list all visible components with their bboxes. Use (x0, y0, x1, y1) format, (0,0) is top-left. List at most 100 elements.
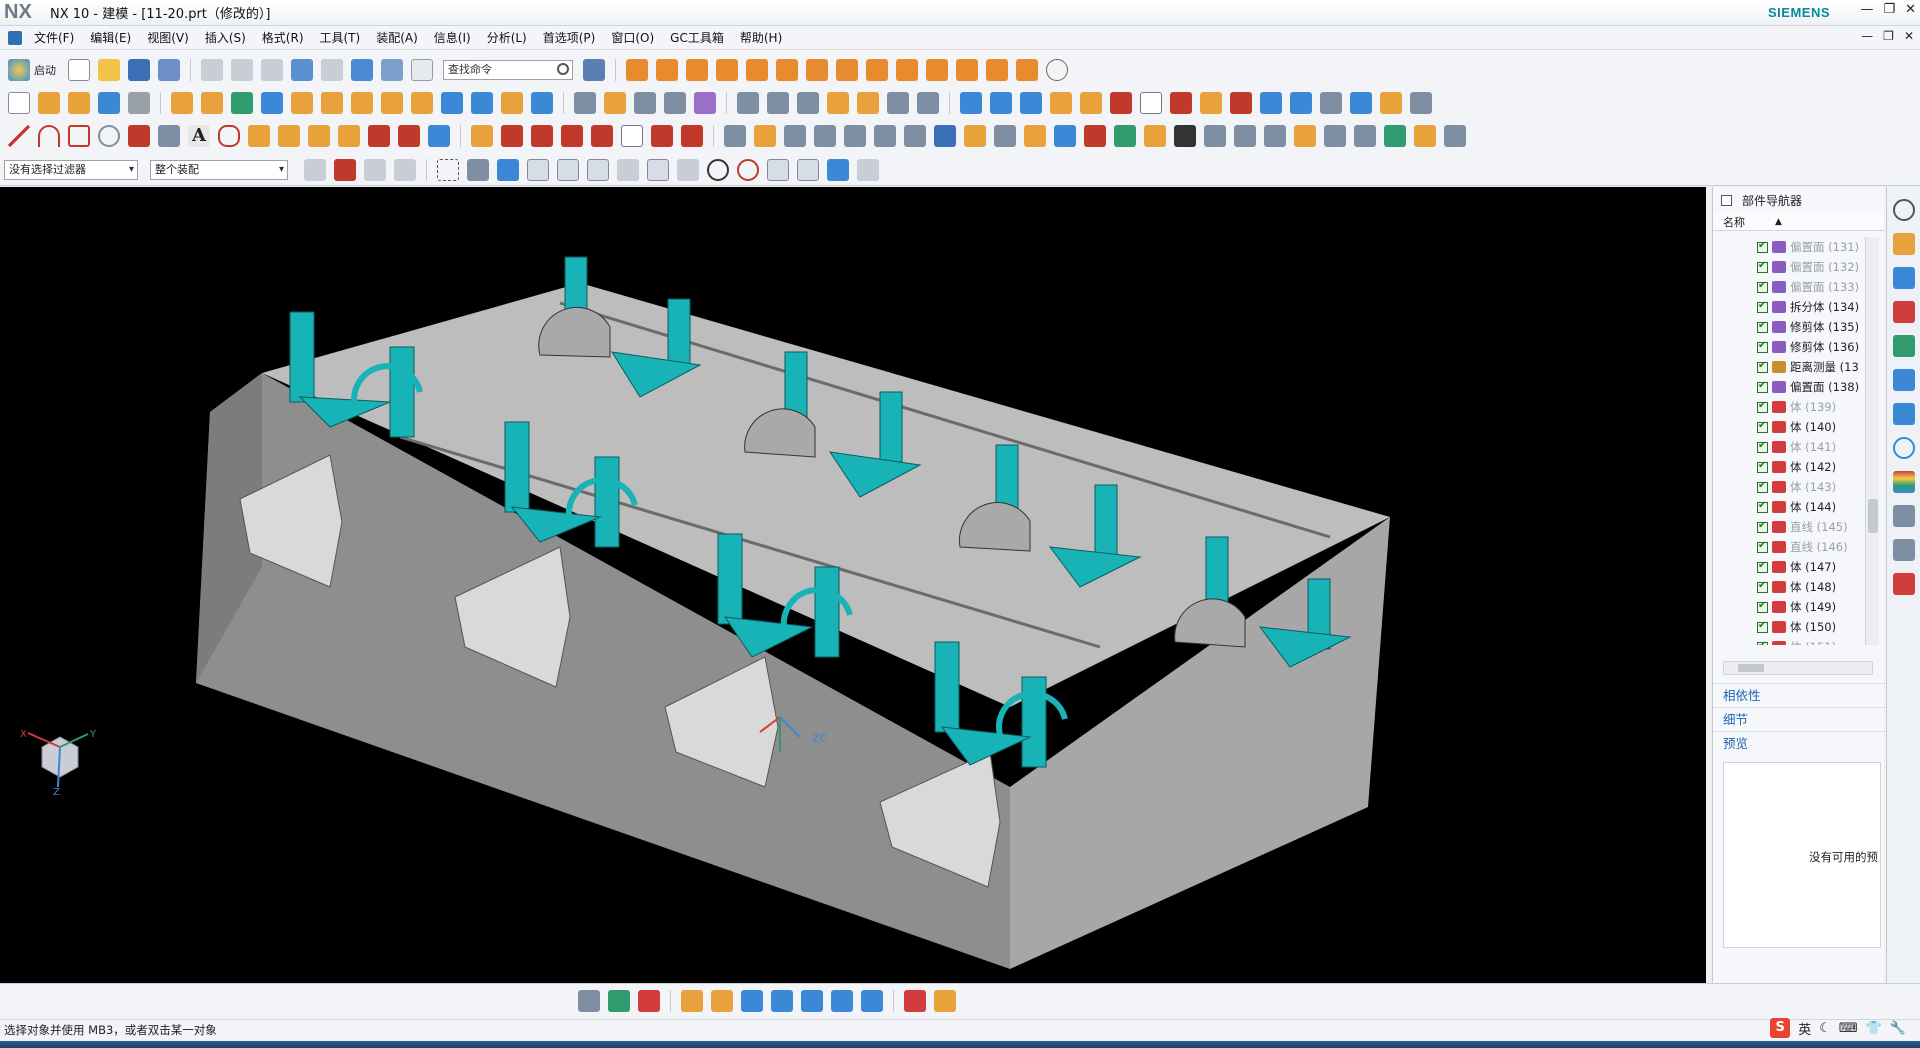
menu-insert[interactable]: 插入(S) (197, 29, 254, 46)
window-icon[interactable] (411, 59, 433, 81)
save-icon[interactable] (128, 59, 150, 81)
visibility-checkbox[interactable] (1757, 480, 1768, 493)
sync-icon-14[interactable] (1114, 125, 1136, 147)
section-dependencies[interactable]: 相依性 (1713, 683, 1885, 705)
surface-icon-10[interactable] (857, 92, 879, 114)
transform-icon[interactable] (771, 990, 793, 1012)
menu-assembly[interactable]: 装配(A) (368, 29, 426, 46)
wrench-icon[interactable]: 🔧 (1890, 1021, 1906, 1036)
touch-mode-icon[interactable] (583, 59, 605, 81)
sync-icon-23[interactable] (1384, 125, 1406, 147)
assembly-icon-10[interactable] (896, 59, 918, 81)
tree-row[interactable]: 体 (139) (1713, 397, 1863, 417)
doc-restore-button[interactable]: ❐ (1883, 29, 1894, 43)
edit-curve-icon-1[interactable] (471, 125, 493, 147)
surface-icon-6[interactable] (737, 92, 759, 114)
curve-icon-7[interactable] (398, 125, 420, 147)
edit-curve-icon-5[interactable] (591, 125, 613, 147)
start-icon[interactable] (8, 59, 30, 81)
visibility-checkbox[interactable] (1757, 360, 1768, 373)
reuse-library-icon[interactable] (1893, 335, 1915, 357)
analysis-icon-2[interactable] (990, 92, 1012, 114)
redo-icon[interactable] (321, 59, 343, 81)
feature-icon-7[interactable] (351, 92, 373, 114)
surface-icon-12[interactable] (917, 92, 939, 114)
menu-file[interactable]: 文件(F) (26, 29, 82, 46)
process-studio-icon[interactable] (1893, 505, 1915, 527)
menu-analysis[interactable]: 分析(L) (479, 29, 535, 46)
analysis-icon-13[interactable] (1320, 92, 1342, 114)
measure-icon[interactable] (904, 990, 926, 1012)
select-icon-5[interactable] (467, 159, 489, 181)
menu-view[interactable]: 视图(V) (139, 29, 197, 46)
snap-quadrant-icon[interactable] (737, 159, 759, 181)
visibility-checkbox[interactable] (1757, 500, 1768, 513)
copy-icon[interactable] (231, 59, 253, 81)
save-as-icon[interactable] (158, 59, 180, 81)
analysis-icon-5[interactable] (1080, 92, 1102, 114)
edit-curve-icon-4[interactable] (561, 125, 583, 147)
edit-curve-icon-7[interactable] (651, 125, 673, 147)
visibility-checkbox[interactable] (1757, 320, 1768, 333)
sogou-logo-icon[interactable]: S (1770, 1018, 1791, 1038)
doc-minimize-button[interactable]: — (1861, 29, 1873, 43)
sync-icon-21[interactable] (1324, 125, 1346, 147)
tree-row[interactable]: 体 (142) (1713, 457, 1863, 477)
shirt-icon[interactable]: 👕 (1866, 1021, 1882, 1036)
wcs-icon[interactable] (638, 990, 660, 1012)
clock-icon[interactable] (1046, 59, 1068, 81)
select-icon-2[interactable] (334, 159, 356, 181)
view-icon-1[interactable] (801, 990, 823, 1012)
sync-icon-22[interactable] (1354, 125, 1376, 147)
feature-icon-5[interactable] (291, 92, 313, 114)
assembly-icon-13[interactable] (986, 59, 1008, 81)
section-preview[interactable]: 预览 (1713, 731, 1885, 753)
edit-curve-icon-3[interactable] (531, 125, 553, 147)
assembly-icon-9[interactable] (866, 59, 888, 81)
analysis-icon-7[interactable] (1140, 92, 1162, 114)
visibility-checkbox[interactable] (1757, 540, 1768, 553)
assembly-icon-1[interactable] (626, 59, 648, 81)
analysis-icon-9[interactable] (1200, 92, 1222, 114)
analysis-icon-15[interactable] (1380, 92, 1402, 114)
analysis-icon-8[interactable] (1170, 92, 1192, 114)
open-folder-icon[interactable] (98, 59, 120, 81)
clock-icon[interactable] (1893, 437, 1915, 459)
start-label[interactable]: 启动 (34, 62, 56, 78)
sync-icon-1[interactable] (724, 125, 746, 147)
new-file-icon[interactable] (68, 59, 90, 81)
select-icon-3[interactable] (364, 159, 386, 181)
edit-display-icon[interactable] (711, 990, 733, 1012)
sync-icon-15[interactable] (1144, 125, 1166, 147)
command-finder-icon[interactable] (351, 59, 373, 81)
assembly-icon-4[interactable] (716, 59, 738, 81)
sync-icon-24[interactable] (1414, 125, 1436, 147)
selection-filter-dropdown[interactable]: 没有选择过滤器 (4, 160, 138, 180)
select-icon-6[interactable] (497, 159, 519, 181)
select-icon-4[interactable] (394, 159, 416, 181)
settings-gear-icon[interactable] (1893, 199, 1915, 221)
minimize-button[interactable]: — (1860, 2, 1873, 17)
visibility-checkbox[interactable] (1757, 520, 1768, 533)
keyboard-icon[interactable]: ⌨ (1839, 1021, 1858, 1036)
snap-icon-10[interactable] (857, 159, 879, 181)
snap-icon-1[interactable] (527, 159, 549, 181)
curve-icon-5[interactable] (338, 125, 360, 147)
tree-row[interactable]: 直线 (145) (1713, 517, 1863, 537)
curve-icon-2[interactable] (248, 125, 270, 147)
arc-icon[interactable] (38, 125, 60, 147)
text-icon[interactable]: A (188, 125, 210, 147)
palette-icon[interactable] (1893, 471, 1915, 493)
feature-icon-9[interactable] (411, 92, 433, 114)
snap-icon-9[interactable] (827, 159, 849, 181)
constraint-navigator-icon[interactable] (1893, 267, 1915, 289)
tree-row[interactable]: 体 (150) (1713, 617, 1863, 637)
tree-row[interactable]: 体 (151) (1713, 637, 1863, 645)
sync-icon-12[interactable] (1054, 125, 1076, 147)
feature-icon-13[interactable] (531, 92, 553, 114)
tree-row[interactable]: 体 (148) (1713, 577, 1863, 597)
analysis-icon-4[interactable] (1050, 92, 1072, 114)
feature-icon-4[interactable] (261, 92, 283, 114)
visibility-checkbox[interactable] (1757, 300, 1768, 313)
view-icon-3[interactable] (861, 990, 883, 1012)
